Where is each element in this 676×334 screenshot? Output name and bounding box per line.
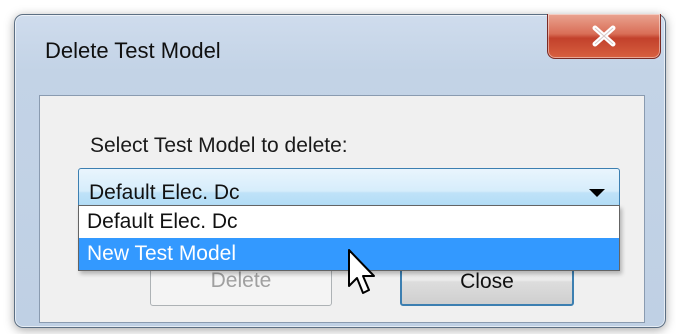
mouse-pointer-icon [348, 249, 375, 294]
window-close-button[interactable] [547, 14, 661, 59]
select-model-label: Select Test Model to delete: [90, 134, 348, 157]
combobox-value: Default Elec. Dc [89, 181, 240, 204]
dialog-window: Delete Test Model Select Test Model to d… [14, 14, 666, 328]
window-title: Delete Test Model [45, 38, 221, 63]
dropdown-option-default[interactable]: Default Elec. Dc [79, 206, 619, 238]
chevron-down-icon[interactable] [589, 189, 605, 197]
close-x-icon [592, 25, 616, 47]
